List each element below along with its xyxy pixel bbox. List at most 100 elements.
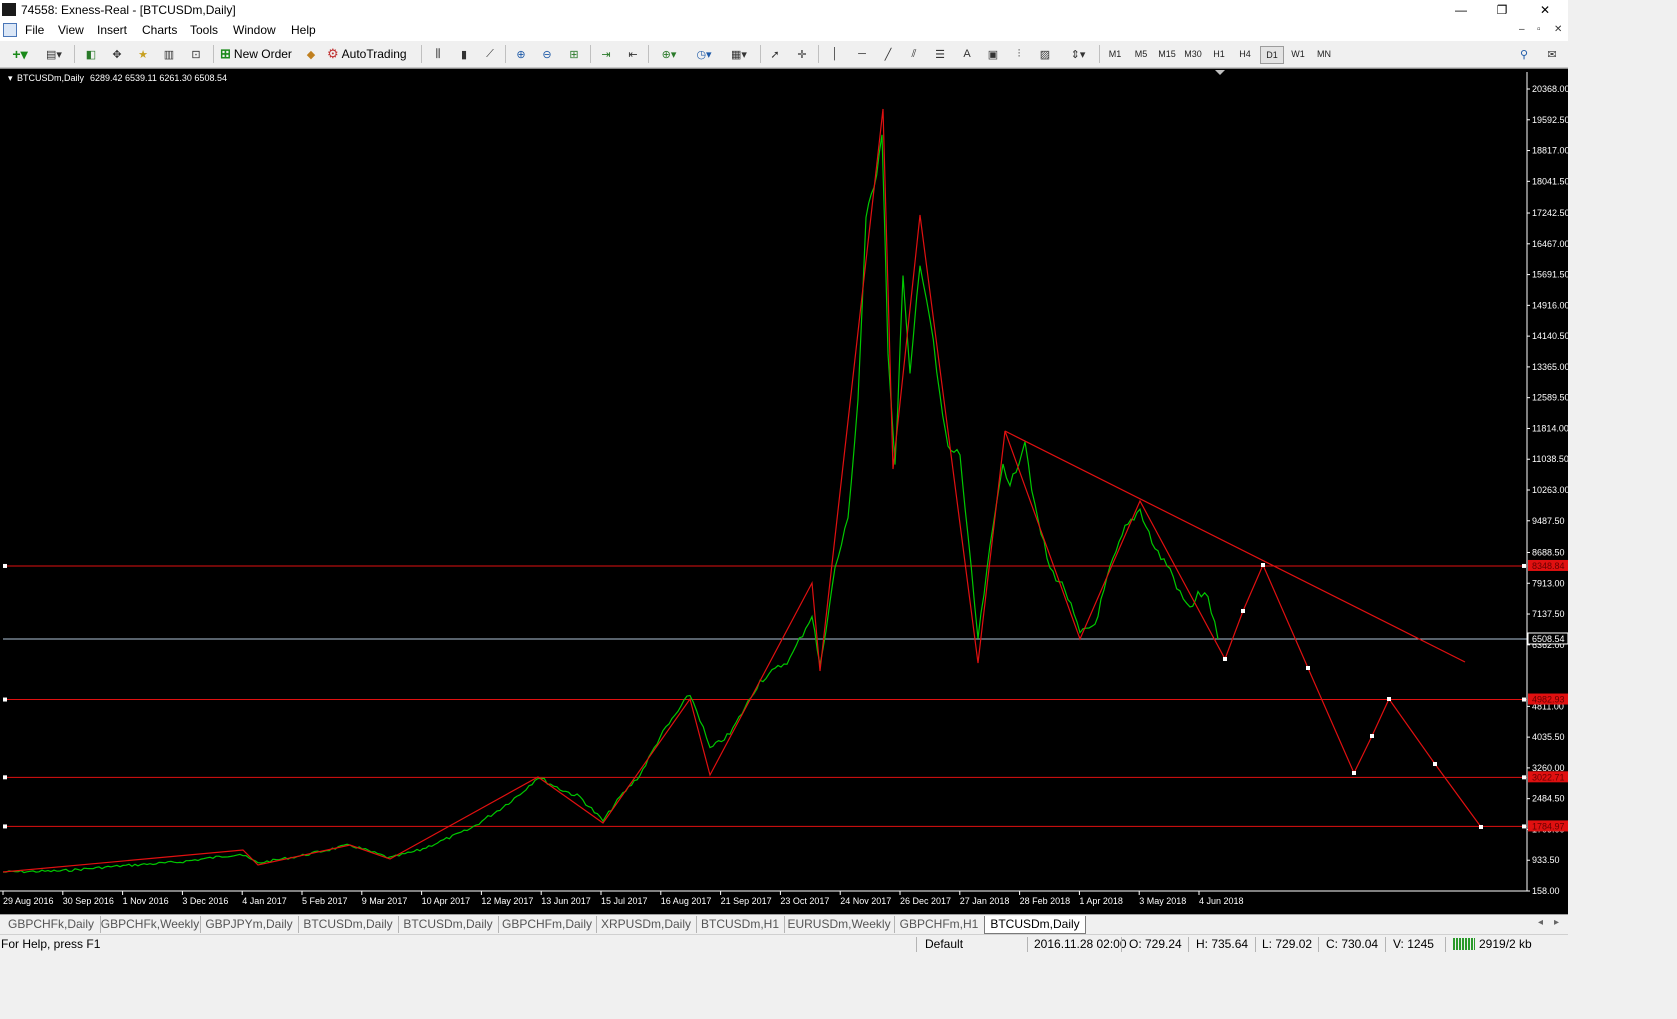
data-window-icon[interactable]: ✥	[108, 45, 126, 63]
level-anchor-point[interactable]	[1522, 775, 1526, 780]
metaeditor-icon[interactable]: ◆	[302, 45, 320, 63]
menu-help[interactable]: Help	[291, 23, 316, 37]
level-anchor-point[interactable]	[3, 563, 7, 568]
connection-status-icon	[1453, 938, 1475, 950]
fibo-fan-icon[interactable]: ▨	[1036, 45, 1054, 63]
time-tick-label: 4 Jun 2018	[1199, 896, 1244, 906]
title-bar: 74558: Exness-Real - [BTCUSDm,Daily] — ❐…	[0, 0, 1568, 21]
chart-tab[interactable]: BTCUSDm,Daily	[984, 916, 1086, 934]
chart-header-ohlc: 6289.42 6539.11 6261.30 6508.54	[90, 73, 227, 83]
mdi-restore-button[interactable]: ▫	[1537, 24, 1541, 35]
zigzag-wave-line[interactable]	[2, 108, 1482, 873]
tile-windows-icon[interactable]: ⊞	[565, 45, 583, 63]
menu-view[interactable]: View	[58, 23, 84, 37]
chart-tab[interactable]: XRPUSDm,Daily	[596, 916, 697, 933]
chart-shift-icon[interactable]: ⇤	[624, 45, 642, 63]
projection-point[interactable]	[1261, 563, 1265, 567]
chart-tab[interactable]: EURUSDm,Weekly	[784, 916, 895, 933]
projection-point[interactable]	[1352, 771, 1356, 775]
timeframe-h4[interactable]: H4	[1234, 46, 1256, 62]
projection-point[interactable]	[1433, 762, 1437, 766]
autotrading-button[interactable]: ⚙ AutoTrading	[327, 45, 417, 63]
timeframe-m15[interactable]: M15	[1156, 46, 1178, 62]
zoom-in-icon[interactable]: ⊕	[512, 45, 530, 63]
timeframe-d1[interactable]: D1	[1260, 46, 1284, 64]
projection-point[interactable]	[1370, 734, 1374, 738]
chart-tab[interactable]: GBPCHFm,Daily	[498, 916, 597, 933]
chart-tab[interactable]: BTCUSDm,Daily	[398, 916, 499, 933]
chart-tab[interactable]: GBPCHFk,Weekly	[100, 916, 201, 933]
menu-file[interactable]: File	[25, 23, 44, 37]
level-anchor-point[interactable]	[3, 824, 7, 829]
indicators-icon[interactable]: ⊕▾	[655, 45, 683, 63]
level-price-label: 1784.97	[1532, 821, 1565, 831]
chart-window-icon[interactable]	[3, 23, 17, 37]
equidistant-channel-icon[interactable]: ⫽	[905, 45, 923, 63]
profiles-icon[interactable]: ▤▾	[40, 45, 68, 63]
chart-tab[interactable]: GBPJPYm,Daily	[200, 916, 299, 933]
chart-window[interactable]: ▾ BTCUSDm,Daily 6289.42 6539.11 6261.30 …	[0, 68, 1568, 915]
candlestick-icon[interactable]: ▮	[455, 45, 473, 63]
fibonacci-icon[interactable]: ☰	[931, 45, 949, 63]
level-anchor-point[interactable]	[3, 775, 7, 780]
menu-insert[interactable]: Insert	[97, 23, 127, 37]
level-anchor-point[interactable]	[1522, 563, 1526, 568]
projection-point[interactable]	[1479, 825, 1483, 829]
autoscroll-icon[interactable]: ⇥	[597, 45, 615, 63]
trendline-icon[interactable]: ╱	[879, 45, 897, 63]
crosshair-icon[interactable]: ✛	[793, 45, 811, 63]
projection-point[interactable]	[1306, 666, 1310, 670]
timeframe-h1[interactable]: H1	[1208, 46, 1230, 62]
market-watch-icon[interactable]: ◧	[82, 45, 100, 63]
cursor-icon[interactable]: ➚	[766, 45, 784, 63]
level-anchor-point[interactable]	[1522, 697, 1526, 702]
text-icon[interactable]: A	[958, 45, 976, 63]
chart-tab[interactable]: BTCUSDm,Daily	[298, 916, 399, 933]
price-chart[interactable]: ▾ BTCUSDm,Daily 6289.42 6539.11 6261.30 …	[0, 69, 1568, 915]
terminal-icon[interactable]: ▥	[160, 45, 178, 63]
tabs-scroll-left-icon[interactable]: ◂	[1538, 917, 1543, 928]
status-close: C: 730.04	[1326, 937, 1379, 951]
time-tick-label: 27 Jan 2018	[960, 896, 1010, 906]
periods-icon[interactable]: ◷▾	[690, 45, 718, 63]
level-anchor-point[interactable]	[1522, 824, 1526, 829]
zoom-out-icon[interactable]: ⊖	[538, 45, 556, 63]
menu-charts[interactable]: Charts	[142, 23, 177, 37]
arrows-icon[interactable]: ⇕▾	[1064, 45, 1092, 63]
chart-tab[interactable]: BTCUSDm,H1	[696, 916, 785, 933]
chart-tab[interactable]: GBPCHFm,H1	[894, 916, 985, 933]
mdi-close-button[interactable]: ✕	[1554, 24, 1562, 35]
timeframe-mn[interactable]: MN	[1313, 46, 1335, 62]
timeframe-m1[interactable]: M1	[1104, 46, 1126, 62]
line-chart-icon[interactable]: ⟋	[481, 45, 499, 63]
chart-shift-marker-icon[interactable]	[1215, 70, 1225, 75]
gann-fan-icon[interactable]: ⫶	[1010, 45, 1028, 63]
chart-tab[interactable]: GBPCHFk,Daily	[2, 916, 101, 933]
bar-chart-icon[interactable]: ⫼	[429, 45, 447, 63]
new-order-button[interactable]: ⊞ New Order	[220, 45, 300, 63]
timeframe-w1[interactable]: W1	[1287, 46, 1309, 62]
restore-button[interactable]: ❐	[1479, 0, 1525, 20]
vertical-line-icon[interactable]: │	[826, 45, 844, 63]
text-label-icon[interactable]: ▣	[984, 45, 1002, 63]
templates-icon[interactable]: ▦▾	[725, 45, 753, 63]
menu-tools[interactable]: Tools	[190, 23, 218, 37]
timeframe-m5[interactable]: M5	[1130, 46, 1152, 62]
descending-trendline[interactable]	[1004, 430, 1466, 663]
strategy-tester-icon[interactable]: ⊡	[187, 45, 205, 63]
timeframe-m30[interactable]: M30	[1182, 46, 1204, 62]
menu-window[interactable]: Window	[233, 23, 276, 37]
close-button[interactable]: ✕	[1522, 0, 1568, 20]
projection-point[interactable]	[1241, 609, 1245, 613]
mdi-minimize-button[interactable]: –	[1519, 24, 1525, 35]
new-chart-icon[interactable]: +▾	[6, 45, 34, 63]
level-anchor-point[interactable]	[3, 697, 7, 702]
navigator-icon[interactable]: ★	[134, 45, 152, 63]
chat-icon[interactable]: ✉	[1543, 45, 1561, 63]
search-icon[interactable]: ⚲	[1515, 45, 1533, 63]
tabs-scroll-right-icon[interactable]: ▸	[1554, 917, 1559, 928]
projection-point[interactable]	[1223, 657, 1227, 661]
projection-point[interactable]	[1387, 697, 1391, 701]
minimize-button[interactable]: —	[1438, 0, 1484, 20]
horizontal-line-icon[interactable]: ─	[853, 45, 871, 63]
